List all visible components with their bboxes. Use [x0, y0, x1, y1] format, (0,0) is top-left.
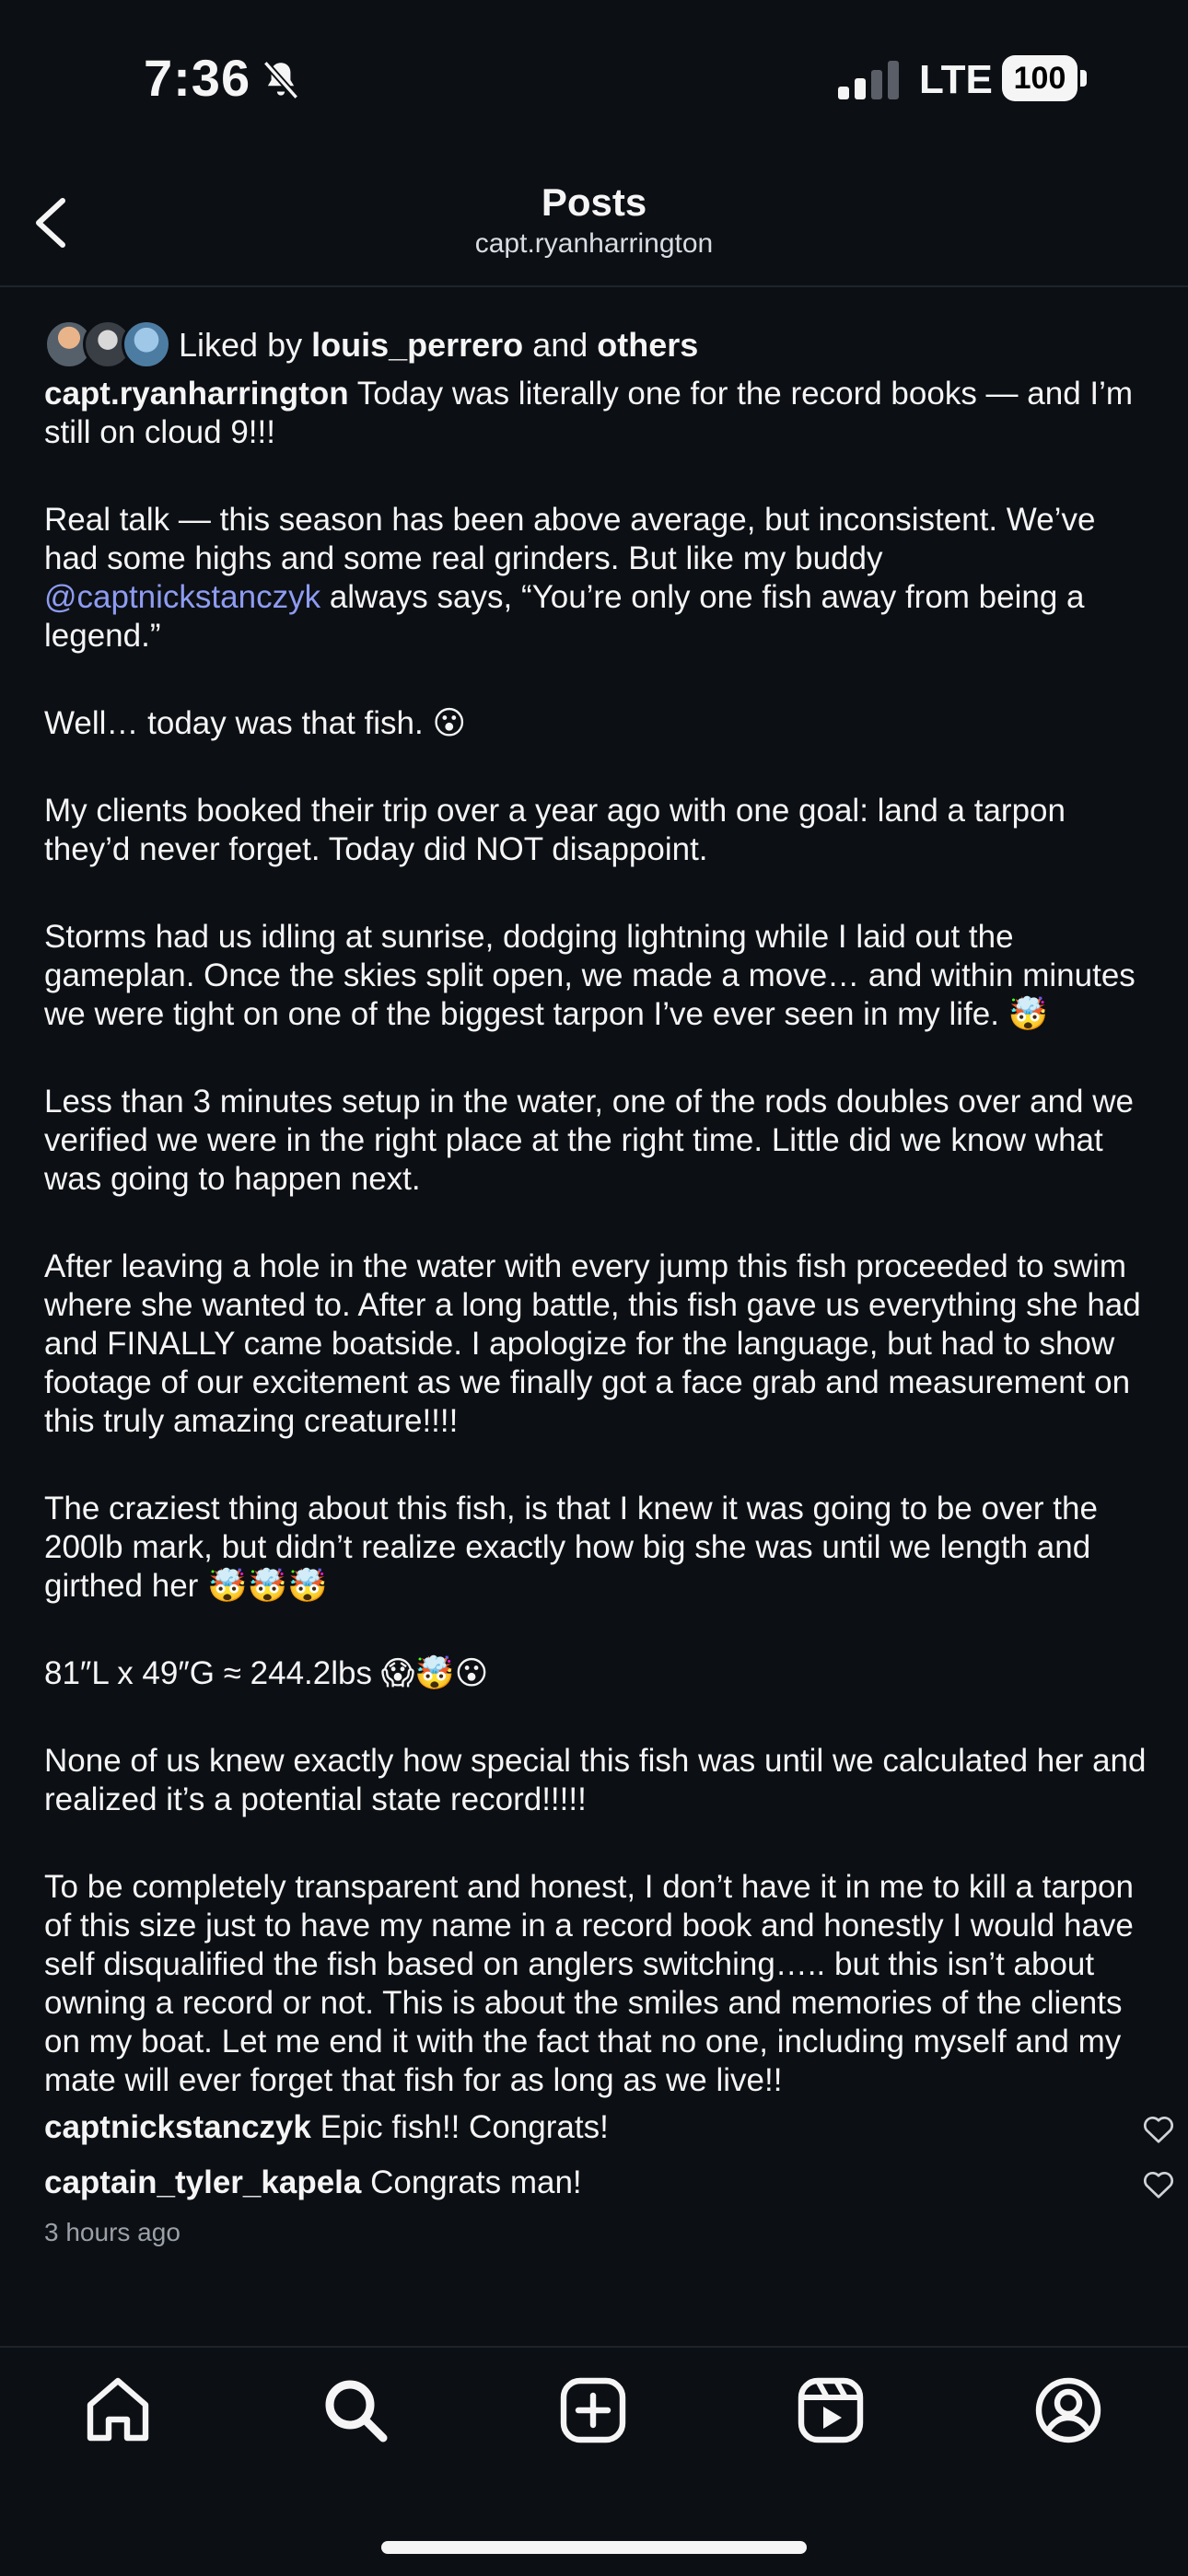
status-bar: 7:36 LTE 100: [0, 0, 1188, 157]
liked-by-row[interactable]: Liked by louis_perrero and others: [44, 318, 1149, 373]
post-caption: capt.ryanharrington Today was literally …: [44, 375, 1149, 2100]
comment-text: Congrats man!: [361, 2164, 582, 2200]
home-icon[interactable]: [81, 2373, 155, 2447]
liker-avatars: [44, 319, 171, 371]
caption-paragraph: Well… today was that fish. 😮: [44, 705, 466, 741]
caption-paragraph: 81″L x 49″G ≈ 244.2lbs 😱🤯😮: [44, 1655, 489, 1691]
caption-paragraph: Less than 3 minutes setup in the water, …: [44, 1084, 1134, 1197]
liked-by-user[interactable]: louis_perrero: [311, 326, 523, 365]
reels-icon[interactable]: [794, 2373, 868, 2447]
heart-icon[interactable]: [1142, 2168, 1175, 2199]
page-title: Posts: [541, 180, 647, 224]
navigation-header: Posts capt.ryanharrington: [0, 157, 1188, 287]
caption-paragraph: After leaving a hole in the water with e…: [44, 1248, 1141, 1439]
caption-paragraph: The craziest thing about this fish, is t…: [44, 1491, 1098, 1604]
page-subtitle[interactable]: capt.ryanharrington: [0, 228, 1188, 260]
bell-muted-icon: [262, 60, 299, 100]
caption-paragraph: Real talk — this season has been above a…: [44, 501, 1149, 656]
comment-row: captain_tyler_kapela Congrats man!: [44, 2155, 1173, 2210]
battery-nub: [1080, 70, 1087, 87]
post-timestamp: 3 hours ago: [44, 2218, 181, 2246]
caption-author[interactable]: capt.ryanharrington: [44, 376, 349, 412]
mention-link[interactable]: @captnickstanczyk: [44, 579, 320, 615]
comment-row: captnickstanczyk Epic fish!! Congrats!: [44, 2100, 1173, 2155]
caption-first-paragraph: capt.ryanharrington Today was literally …: [44, 375, 1149, 452]
network-type: LTE: [919, 57, 993, 102]
comment-text: Epic fish!! Congrats!: [310, 2109, 609, 2145]
create-icon[interactable]: [556, 2373, 630, 2447]
caption-paragraph: None of us knew exactly how special this…: [44, 1743, 1147, 1817]
comment-user[interactable]: captain_tyler_kapela: [44, 2164, 361, 2200]
post-content: Liked by louis_perrero and others capt.r…: [44, 318, 1173, 2247]
avatar: [122, 319, 171, 369]
search-icon[interactable]: [319, 2373, 392, 2447]
status-time: 7:36: [144, 49, 251, 107]
heart-icon[interactable]: [1142, 2113, 1175, 2144]
home-indicator[interactable]: [381, 2541, 807, 2554]
caption-paragraph: Storms had us idling at sunrise, dodging…: [44, 919, 1136, 1032]
cell-signal-icon: [838, 61, 899, 99]
battery-level: 100: [1002, 55, 1077, 101]
caption-paragraph: My clients booked their trip over a year…: [44, 793, 1066, 867]
profile-icon[interactable]: [1031, 2373, 1105, 2447]
battery-icon: 100: [1002, 55, 1087, 101]
comment-user[interactable]: captnickstanczyk: [44, 2109, 311, 2145]
liked-by-mid: and: [523, 326, 598, 364]
caption-text: Real talk — this season has been above a…: [44, 502, 1096, 576]
liked-by-prefix: Liked by: [179, 326, 312, 364]
caption-paragraph: To be completely transparent and honest,…: [44, 1869, 1134, 2098]
liked-by-others[interactable]: others: [597, 326, 698, 365]
